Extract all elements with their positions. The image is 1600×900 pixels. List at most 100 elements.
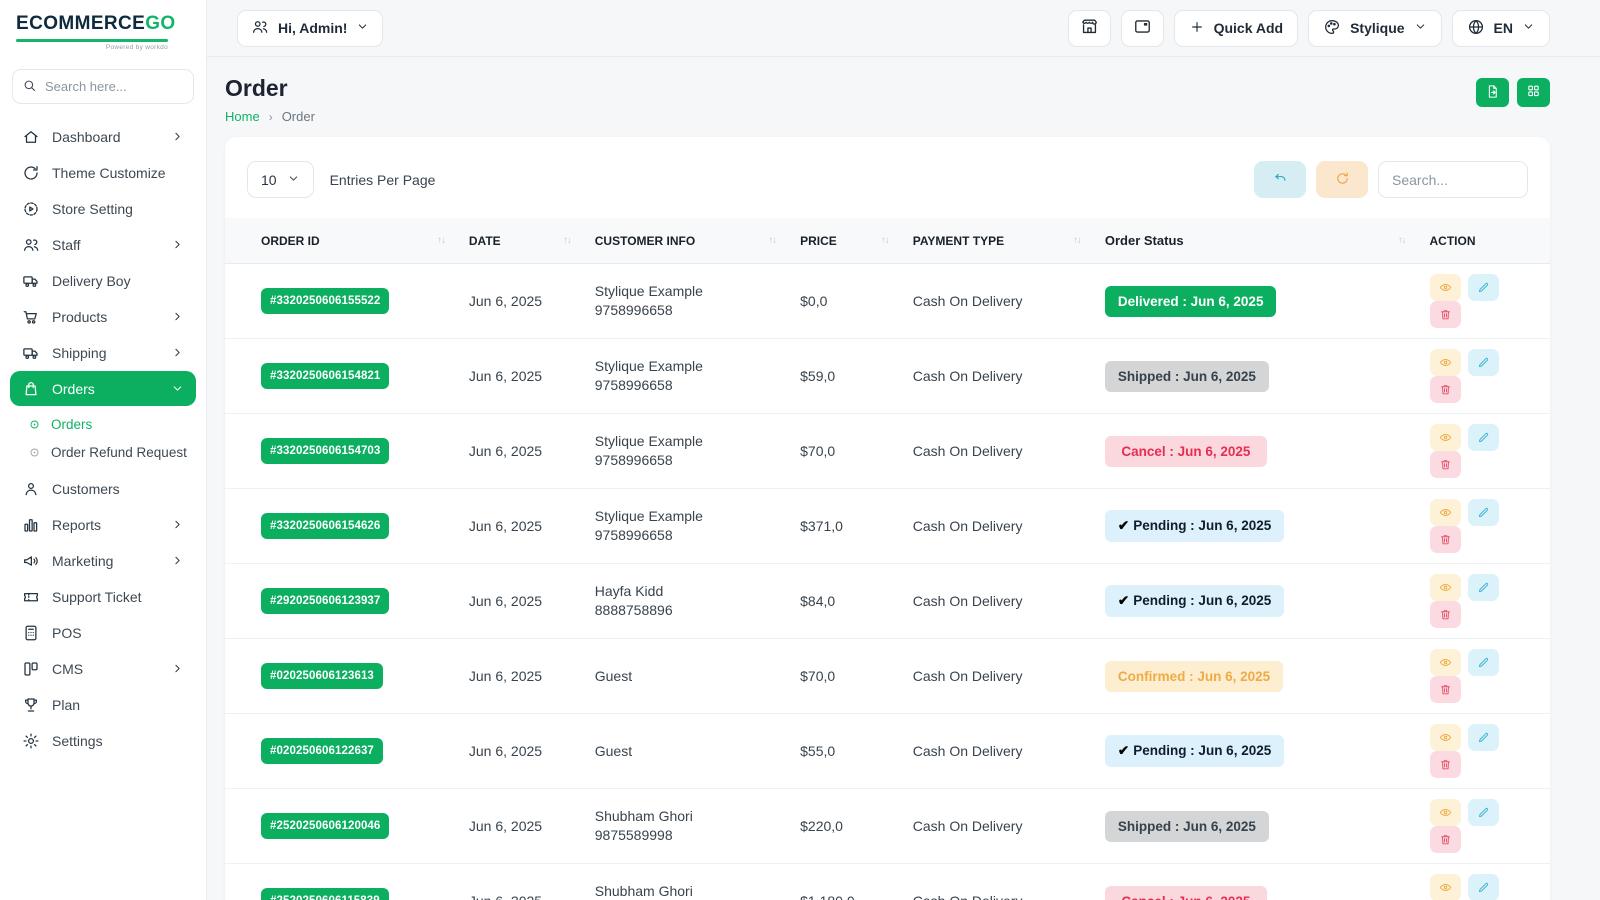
delete-order-button[interactable] [1430, 751, 1461, 778]
language-select-button[interactable]: EN [1452, 10, 1550, 47]
posts-button[interactable] [1121, 10, 1164, 47]
store-setting-icon [22, 200, 40, 218]
delete-order-button[interactable] [1430, 451, 1461, 478]
sidebar-subitem-label: Orders [51, 417, 92, 432]
sidebar-item-products[interactable]: Products [10, 299, 196, 334]
status-badge: Cancel : Jun 6, 2025 [1105, 436, 1267, 467]
sidebar-item-delivery-boy[interactable]: Delivery Boy [10, 263, 196, 298]
view-order-button[interactable] [1430, 649, 1461, 676]
table-search-input[interactable] [1378, 161, 1528, 198]
column-header-order-status[interactable]: Order Status↑↓ [1093, 218, 1418, 264]
column-header-price[interactable]: PRICE↑↓ [788, 218, 901, 264]
order-id-badge[interactable]: #3320250606154821 [261, 363, 389, 389]
delete-order-button[interactable] [1430, 601, 1461, 628]
trash-icon [1439, 683, 1452, 696]
breadcrumb-home-link[interactable]: Home [225, 109, 260, 124]
admin-menu-button[interactable]: Hi, Admin! [237, 10, 383, 47]
chevron-right-icon [171, 662, 184, 675]
order-date: Jun 6, 2025 [457, 264, 583, 339]
sidebar-item-shipping[interactable]: Shipping [10, 335, 196, 370]
eye-icon [1439, 731, 1452, 744]
eye-icon [1439, 431, 1452, 444]
sidebar-item-pos[interactable]: POS [10, 615, 196, 650]
column-header-date[interactable]: DATE↑↓ [457, 218, 583, 264]
view-order-button[interactable] [1430, 874, 1461, 900]
grid-view-button[interactable] [1517, 78, 1550, 107]
delete-order-button[interactable] [1430, 826, 1461, 853]
sidebar-item-orders[interactable]: Orders [10, 371, 196, 406]
view-order-button[interactable] [1430, 274, 1461, 301]
view-order-button[interactable] [1430, 574, 1461, 601]
column-header-payment-type[interactable]: PAYMENT TYPE↑↓ [901, 218, 1093, 264]
column-header-order-id[interactable]: ORDER ID↑↓ [225, 218, 457, 264]
view-order-button[interactable] [1430, 799, 1461, 826]
edit-order-button[interactable] [1468, 424, 1499, 451]
sidebar-search-input[interactable] [12, 69, 194, 104]
order-id-badge[interactable]: #3320250606155522 [261, 288, 389, 314]
sidebar-item-reports[interactable]: Reports [10, 507, 196, 542]
sidebar-subitem-orders[interactable]: Orders [0, 410, 206, 438]
sidebar-item-staff[interactable]: Staff [10, 227, 196, 262]
page-title: Order [225, 75, 315, 102]
check-icon: ✔ [1118, 743, 1129, 758]
quick-add-button[interactable]: Quick Add [1174, 10, 1299, 47]
customer-name: Stylique Example [595, 282, 776, 301]
edit-order-button[interactable] [1468, 274, 1499, 301]
edit-order-button[interactable] [1468, 724, 1499, 751]
pencil-icon [1477, 506, 1490, 519]
order-id-badge[interactable]: #020250606122637 [261, 738, 383, 764]
pencil-icon [1477, 581, 1490, 594]
view-order-button[interactable] [1430, 724, 1461, 751]
storefront-button[interactable] [1068, 10, 1111, 47]
sidebar-item-theme-customize[interactable]: Theme Customize [10, 155, 196, 190]
sidebar-item-store-setting[interactable]: Store Setting [10, 191, 196, 226]
delete-order-button[interactable] [1430, 301, 1461, 328]
order-id-badge[interactable]: #3320250606154703 [261, 438, 389, 464]
order-id-badge[interactable]: #2920250606123937 [261, 588, 389, 614]
view-order-button[interactable] [1430, 424, 1461, 451]
view-order-button[interactable] [1430, 349, 1461, 376]
chevron-down-icon [1522, 20, 1535, 33]
sidebar-item-support-ticket[interactable]: Support Ticket [10, 579, 196, 614]
column-header-customer-info[interactable]: CUSTOMER INFO↑↓ [583, 218, 788, 264]
edit-order-button[interactable] [1468, 349, 1499, 376]
column-header-label: ACTION [1430, 234, 1476, 248]
sidebar-item-label: Staff [52, 237, 159, 253]
delete-order-button[interactable] [1430, 526, 1461, 553]
sidebar-item-plan[interactable]: Plan [10, 687, 196, 722]
order-id-badge[interactable]: #2520250606115839 [261, 888, 389, 900]
edit-order-button[interactable] [1468, 574, 1499, 601]
sidebar-item-cms[interactable]: CMS [10, 651, 196, 686]
view-order-button[interactable] [1430, 499, 1461, 526]
order-id-badge[interactable]: #3320250606154626 [261, 513, 389, 539]
edit-order-button[interactable] [1468, 874, 1499, 900]
export-button[interactable] [1476, 78, 1509, 107]
home-icon [22, 128, 40, 146]
theme-select-button[interactable]: Stylique [1308, 10, 1441, 47]
customer-phone: 9758996658 [595, 301, 776, 320]
sidebar-subitem-order-refund-request[interactable]: Order Refund Request [0, 438, 206, 466]
delete-order-button[interactable] [1430, 376, 1461, 403]
chevron-down-icon [171, 382, 184, 395]
entries-per-page-select[interactable]: 10 [247, 161, 314, 198]
customer-phone: 9875589998 [595, 826, 776, 845]
brand-logo[interactable]: ECOMMERCEGO Powered by workdo [0, 0, 206, 57]
edit-order-button[interactable] [1468, 649, 1499, 676]
sidebar-item-marketing[interactable]: Marketing [10, 543, 196, 578]
breadcrumb-chevron-icon: › [269, 110, 273, 124]
edit-order-button[interactable] [1468, 499, 1499, 526]
order-id-badge[interactable]: #020250606123613 [261, 663, 383, 689]
sidebar-item-settings[interactable]: Settings [10, 723, 196, 758]
customer-name: Stylique Example [595, 507, 776, 526]
refresh-button[interactable] [1316, 161, 1368, 198]
sidebar-item-customers[interactable]: Customers [10, 471, 196, 506]
delete-order-button[interactable] [1430, 676, 1461, 703]
person-icon [22, 480, 40, 498]
trash-icon [1439, 458, 1452, 471]
order-id-badge[interactable]: #2520250606120046 [261, 813, 389, 839]
reset-filters-button[interactable] [1254, 161, 1306, 198]
sidebar-item-dashboard[interactable]: Dashboard [10, 119, 196, 154]
chevron-down-icon [287, 172, 300, 188]
breadcrumb: Home › Order [225, 109, 315, 124]
edit-order-button[interactable] [1468, 799, 1499, 826]
